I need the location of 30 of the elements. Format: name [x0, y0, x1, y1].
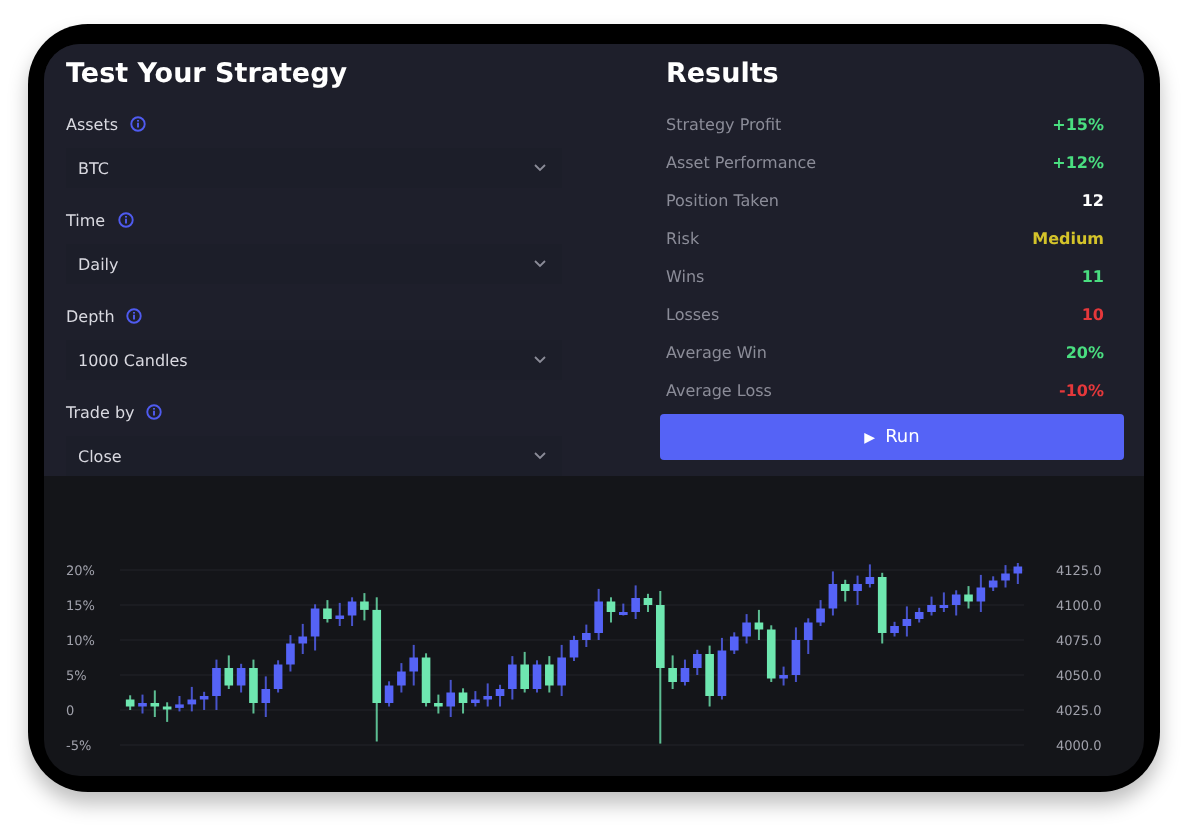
field-label: Assets [66, 115, 119, 133]
result-label: Position Taken [666, 192, 779, 210]
caret-icon [534, 260, 546, 268]
field-label: Time [66, 211, 106, 229]
result-label: Strategy Profit [666, 116, 782, 134]
caret-icon [534, 356, 546, 364]
section-title: Test Your Strategy [66, 56, 350, 92]
caret-icon [534, 164, 546, 172]
result-label: Asset Performance [666, 154, 817, 172]
info-icon[interactable] [126, 308, 143, 324]
result-value: 20% [1065, 344, 1104, 362]
result-value: +15% [1052, 116, 1104, 134]
field-label: Trade by [66, 403, 135, 421]
result-value: -10% [1059, 382, 1104, 400]
result-label: Average Loss [666, 382, 772, 400]
result-value: 12 [1081, 192, 1104, 210]
result-label: Losses [666, 306, 720, 324]
caret-icon [534, 452, 546, 460]
info-icon[interactable] [146, 404, 163, 420]
info-icon[interactable] [130, 116, 147, 132]
field-label: Depth [66, 307, 115, 325]
section-title: Results [666, 56, 781, 92]
info-icon[interactable] [117, 212, 134, 228]
result-label: Risk [666, 230, 700, 248]
result-value: 10 [1081, 306, 1104, 324]
result-value: 11 [1081, 268, 1104, 286]
result-value: Medium [1032, 230, 1104, 248]
result-label: Wins [666, 268, 705, 286]
result-value: +12% [1052, 154, 1104, 172]
result-label: Average Win [666, 344, 767, 362]
